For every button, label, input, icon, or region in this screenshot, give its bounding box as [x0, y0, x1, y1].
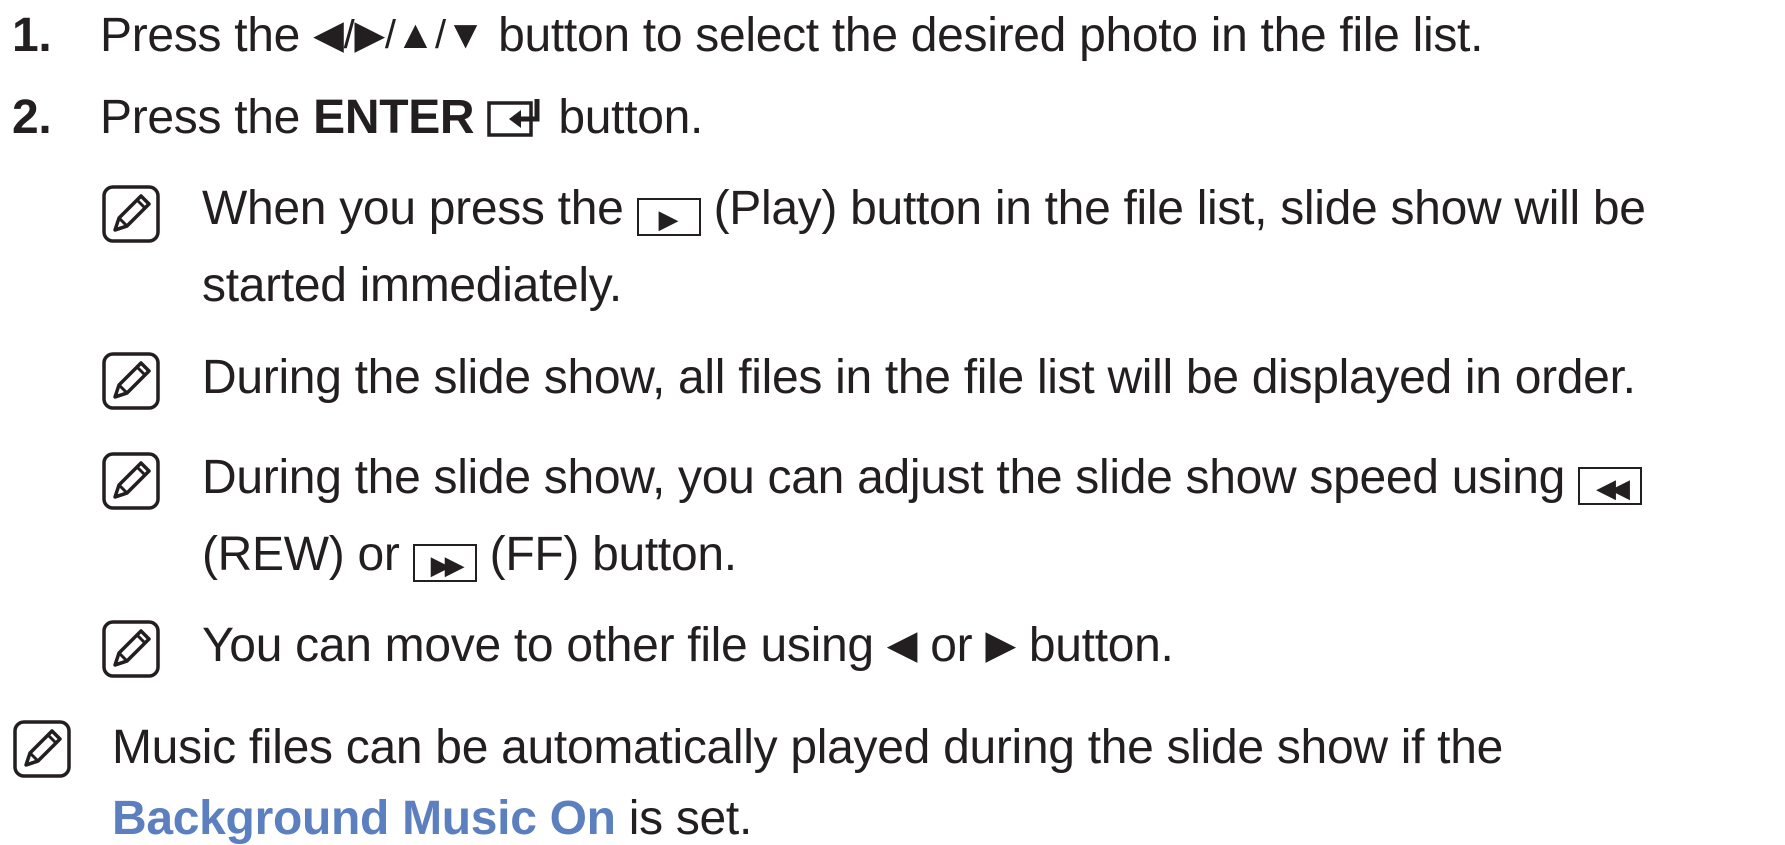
step-1-prefix: Press the: [100, 9, 314, 62]
note-4-text: You can move to other file using ◀ or ▶ …: [202, 622, 1174, 670]
ff-button-icon: ▶▶: [412, 544, 477, 582]
play-button-icon: ▶: [636, 198, 701, 236]
note-4-or: or: [917, 619, 986, 672]
step-1-text: Press the ◀/▶/▲/▼ button to select the d…: [100, 12, 1483, 60]
direction-arrows-icon: ◀/▶/▲/▼: [313, 13, 486, 57]
note-1-line-2: started immediately.: [202, 259, 622, 312]
step-1-number: 1.: [12, 9, 52, 62]
rew-button-icon: ◀◀: [1578, 467, 1643, 505]
note-3-line-1: During the slide show, you can adjust th…: [202, 454, 1785, 505]
note-1-line-1: When you press the ▶ (Play) button in th…: [202, 185, 1646, 236]
note-2-text: During the slide show, all files in the …: [202, 351, 1636, 404]
note-5-suffix: is set.: [615, 792, 753, 845]
step-1-suffix: button to select the desired photo in th…: [485, 9, 1484, 62]
enter-icon: [487, 97, 545, 139]
note-3-part-1: During the slide show, you can adjust th…: [202, 454, 1579, 504]
note-pencil-icon: [101, 619, 161, 679]
note-3-line-2: (REW) or ▶▶ (FF) button.: [202, 531, 737, 582]
note-4-part-2: button.: [1015, 619, 1174, 672]
note-pencil-icon: [101, 351, 161, 411]
note-5-line-1: Music files can be automatically played …: [112, 721, 1504, 774]
step-2-text: Press the ENTER button.: [100, 94, 703, 142]
enter-label: ENTER: [313, 91, 475, 144]
step-2-prefix: Press the: [100, 91, 314, 144]
note-pencil-icon: [101, 184, 161, 244]
right-arrow-icon: ▶: [985, 623, 1016, 667]
step-2-number: 2.: [12, 91, 52, 144]
background-music-on-link: Background Music On: [112, 792, 616, 845]
note-pencil-icon: [101, 451, 161, 511]
note-3-line-2-part-1: (REW) or: [202, 528, 413, 581]
step-2-suffix: button.: [545, 91, 704, 144]
note-pencil-icon: [12, 719, 72, 779]
note-5-line-2: Background Music On is set.: [112, 795, 752, 843]
note-3-line-2-part-2: (FF) button.: [476, 528, 737, 581]
left-arrow-icon: ◀: [886, 623, 918, 667]
note-4-part-1: You can move to other file using: [202, 619, 887, 672]
note-1-part-2: (Play) button in the file list, slide sh…: [700, 182, 1646, 235]
note-1-part-1: When you press the: [202, 182, 637, 235]
